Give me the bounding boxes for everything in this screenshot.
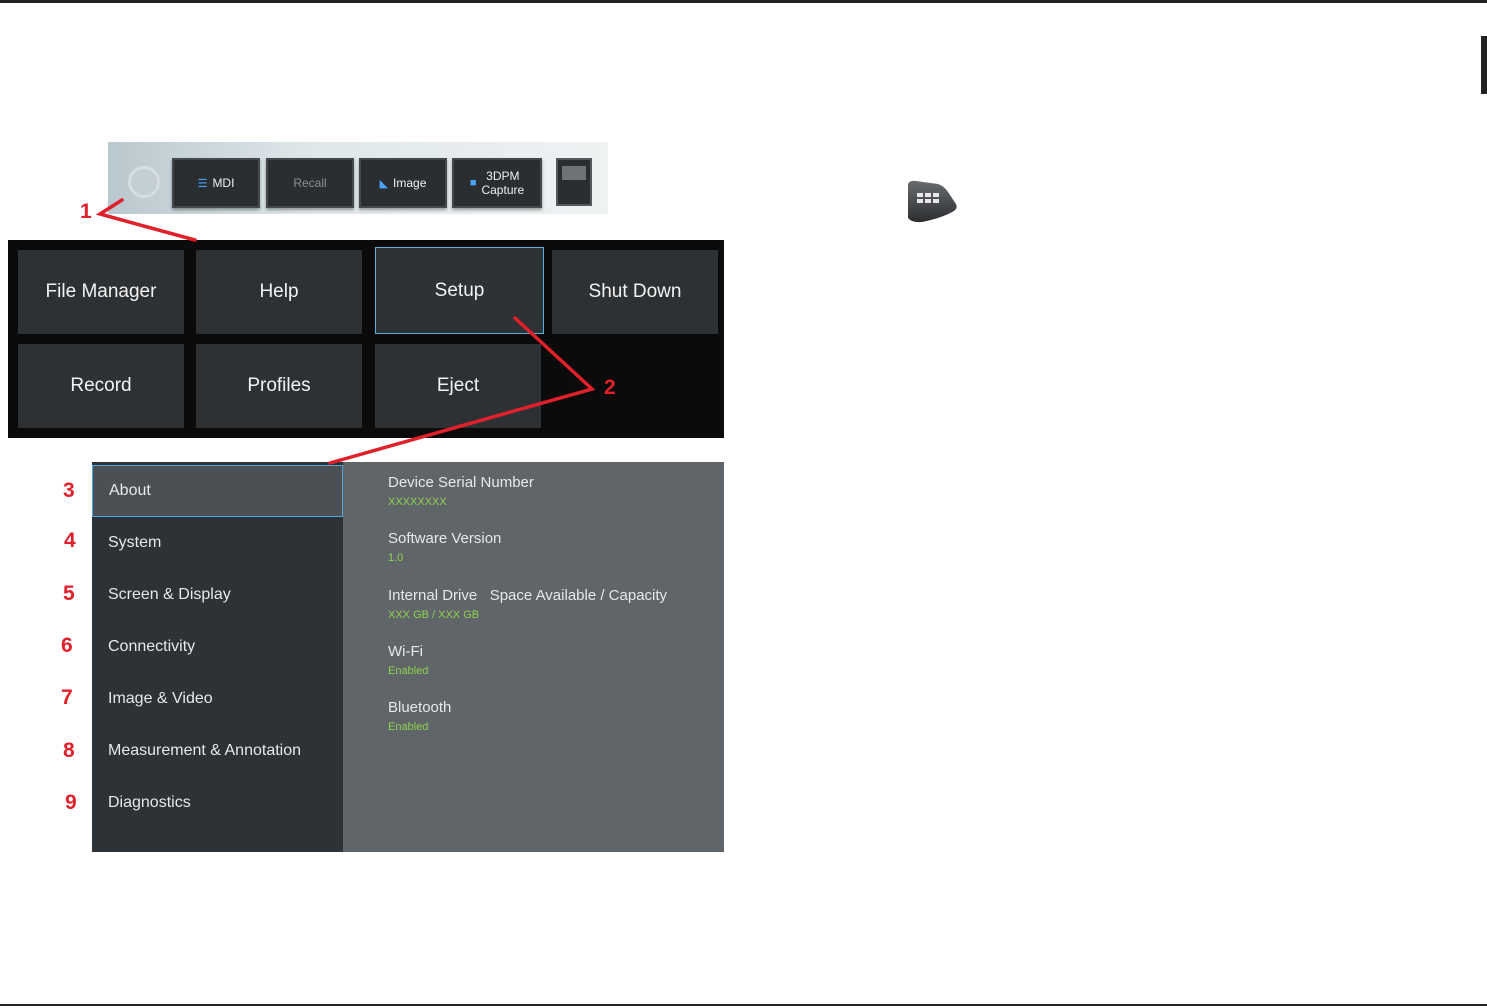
- settings-item-image-video-label: Image & Video: [108, 690, 213, 707]
- callout-7: 7: [61, 686, 73, 709]
- tile-help-label: Help: [259, 281, 299, 302]
- settings-item-connectivity-label: Connectivity: [108, 638, 196, 655]
- info-label-serial: Device Serial Number: [388, 474, 534, 491]
- main-menu-panel: File Manager Help Setup Shut Down Record…: [8, 240, 724, 438]
- tile-shut-down-label: Shut Down: [588, 281, 682, 302]
- page-side-marker: [1481, 36, 1487, 94]
- tile-eject-label: Eject: [436, 375, 480, 396]
- top-rule: [0, 0, 1487, 3]
- tile-record-label: Record: [70, 375, 132, 396]
- mdi-button-label: MDI: [212, 176, 235, 190]
- recall-button[interactable]: Recall: [266, 158, 354, 208]
- callout-3: 3: [63, 479, 75, 502]
- info-label-internal-drive: Internal Drive Space Available / Capacit…: [388, 587, 668, 604]
- image-button[interactable]: ◣ Image: [359, 158, 447, 208]
- callout-2: 2: [604, 376, 616, 399]
- mdi-button[interactable]: ☰ MDI: [172, 158, 260, 208]
- callout-1: 1: [80, 200, 92, 223]
- tile-setup-label: Setup: [434, 279, 485, 301]
- callout-8: 8: [63, 739, 75, 762]
- image-button-label: Image: [393, 176, 427, 190]
- settings-item-system-label: System: [108, 534, 162, 551]
- tile-file-manager[interactable]: File Manager: [18, 250, 184, 334]
- 3dpm-capture-label-line1: 3DPM: [486, 169, 520, 183]
- settings-menu: About System Screen & Display Connectivi…: [92, 462, 343, 852]
- settings-item-about-label: About: [109, 482, 151, 499]
- bottom-rule: [0, 1004, 1487, 1006]
- callout-5: 5: [63, 582, 75, 605]
- settings-item-diagnostics-label: Diagnostics: [108, 794, 191, 811]
- info-value-software: 1.0: [388, 552, 404, 564]
- settings-item-screen-display[interactable]: Screen & Display: [92, 569, 343, 621]
- tile-help[interactable]: Help: [196, 250, 362, 334]
- settings-item-measurement-annotation[interactable]: Measurement & Annotation: [92, 725, 343, 777]
- settings-item-diagnostics[interactable]: Diagnostics: [92, 777, 343, 829]
- tile-shut-down[interactable]: Shut Down: [552, 250, 718, 334]
- 3dpm-capture-label: 3DPM Capture: [481, 169, 524, 197]
- recall-button-label: Recall: [293, 176, 327, 190]
- tile-record[interactable]: Record: [18, 344, 184, 428]
- grid-menu-key-icon: [908, 180, 957, 223]
- soft-key-toolbar: ☰ MDI Recall ◣ Image ■ 3DPM Capture: [108, 142, 608, 214]
- info-label-bluetooth: Bluetooth: [388, 699, 452, 716]
- info-value-bluetooth: Enabled: [388, 721, 429, 733]
- tile-setup[interactable]: Setup: [375, 247, 544, 334]
- settings-item-system[interactable]: System: [92, 517, 343, 569]
- info-label-software: Software Version: [388, 530, 502, 547]
- info-label-wifi: Wi-Fi: [388, 643, 423, 660]
- callout-4: 4: [64, 529, 76, 552]
- camera-icon: ■: [469, 177, 477, 189]
- settings-item-connectivity[interactable]: Connectivity: [92, 621, 343, 673]
- callout-6: 6: [61, 634, 73, 657]
- info-value-serial: XXXXXXXX: [388, 496, 447, 508]
- info-value-wifi: Enabled: [388, 665, 429, 677]
- 3dpm-capture-label-line2: Capture: [481, 183, 525, 197]
- settings-item-about[interactable]: About: [92, 465, 343, 517]
- image-icon: ◣: [379, 177, 389, 190]
- settings-item-screen-display-label: Screen & Display: [108, 586, 231, 603]
- settings-item-image-video[interactable]: Image & Video: [92, 673, 343, 725]
- tile-eject[interactable]: Eject: [375, 344, 541, 428]
- settings-item-measurement-annotation-label: Measurement & Annotation: [108, 742, 302, 759]
- tile-profiles[interactable]: Profiles: [196, 344, 362, 428]
- callout-9: 9: [65, 791, 77, 814]
- info-value-internal-drive: XXX GB / XXX GB: [388, 609, 480, 621]
- tile-profiles-label: Profiles: [247, 375, 311, 396]
- tile-file-manager-label: File Manager: [45, 281, 157, 302]
- list-icon: ☰: [197, 177, 208, 190]
- gear-icon[interactable]: [128, 166, 160, 198]
- display-toggle-button[interactable]: [556, 158, 592, 206]
- 3dpm-capture-button[interactable]: ■ 3DPM Capture: [452, 158, 542, 208]
